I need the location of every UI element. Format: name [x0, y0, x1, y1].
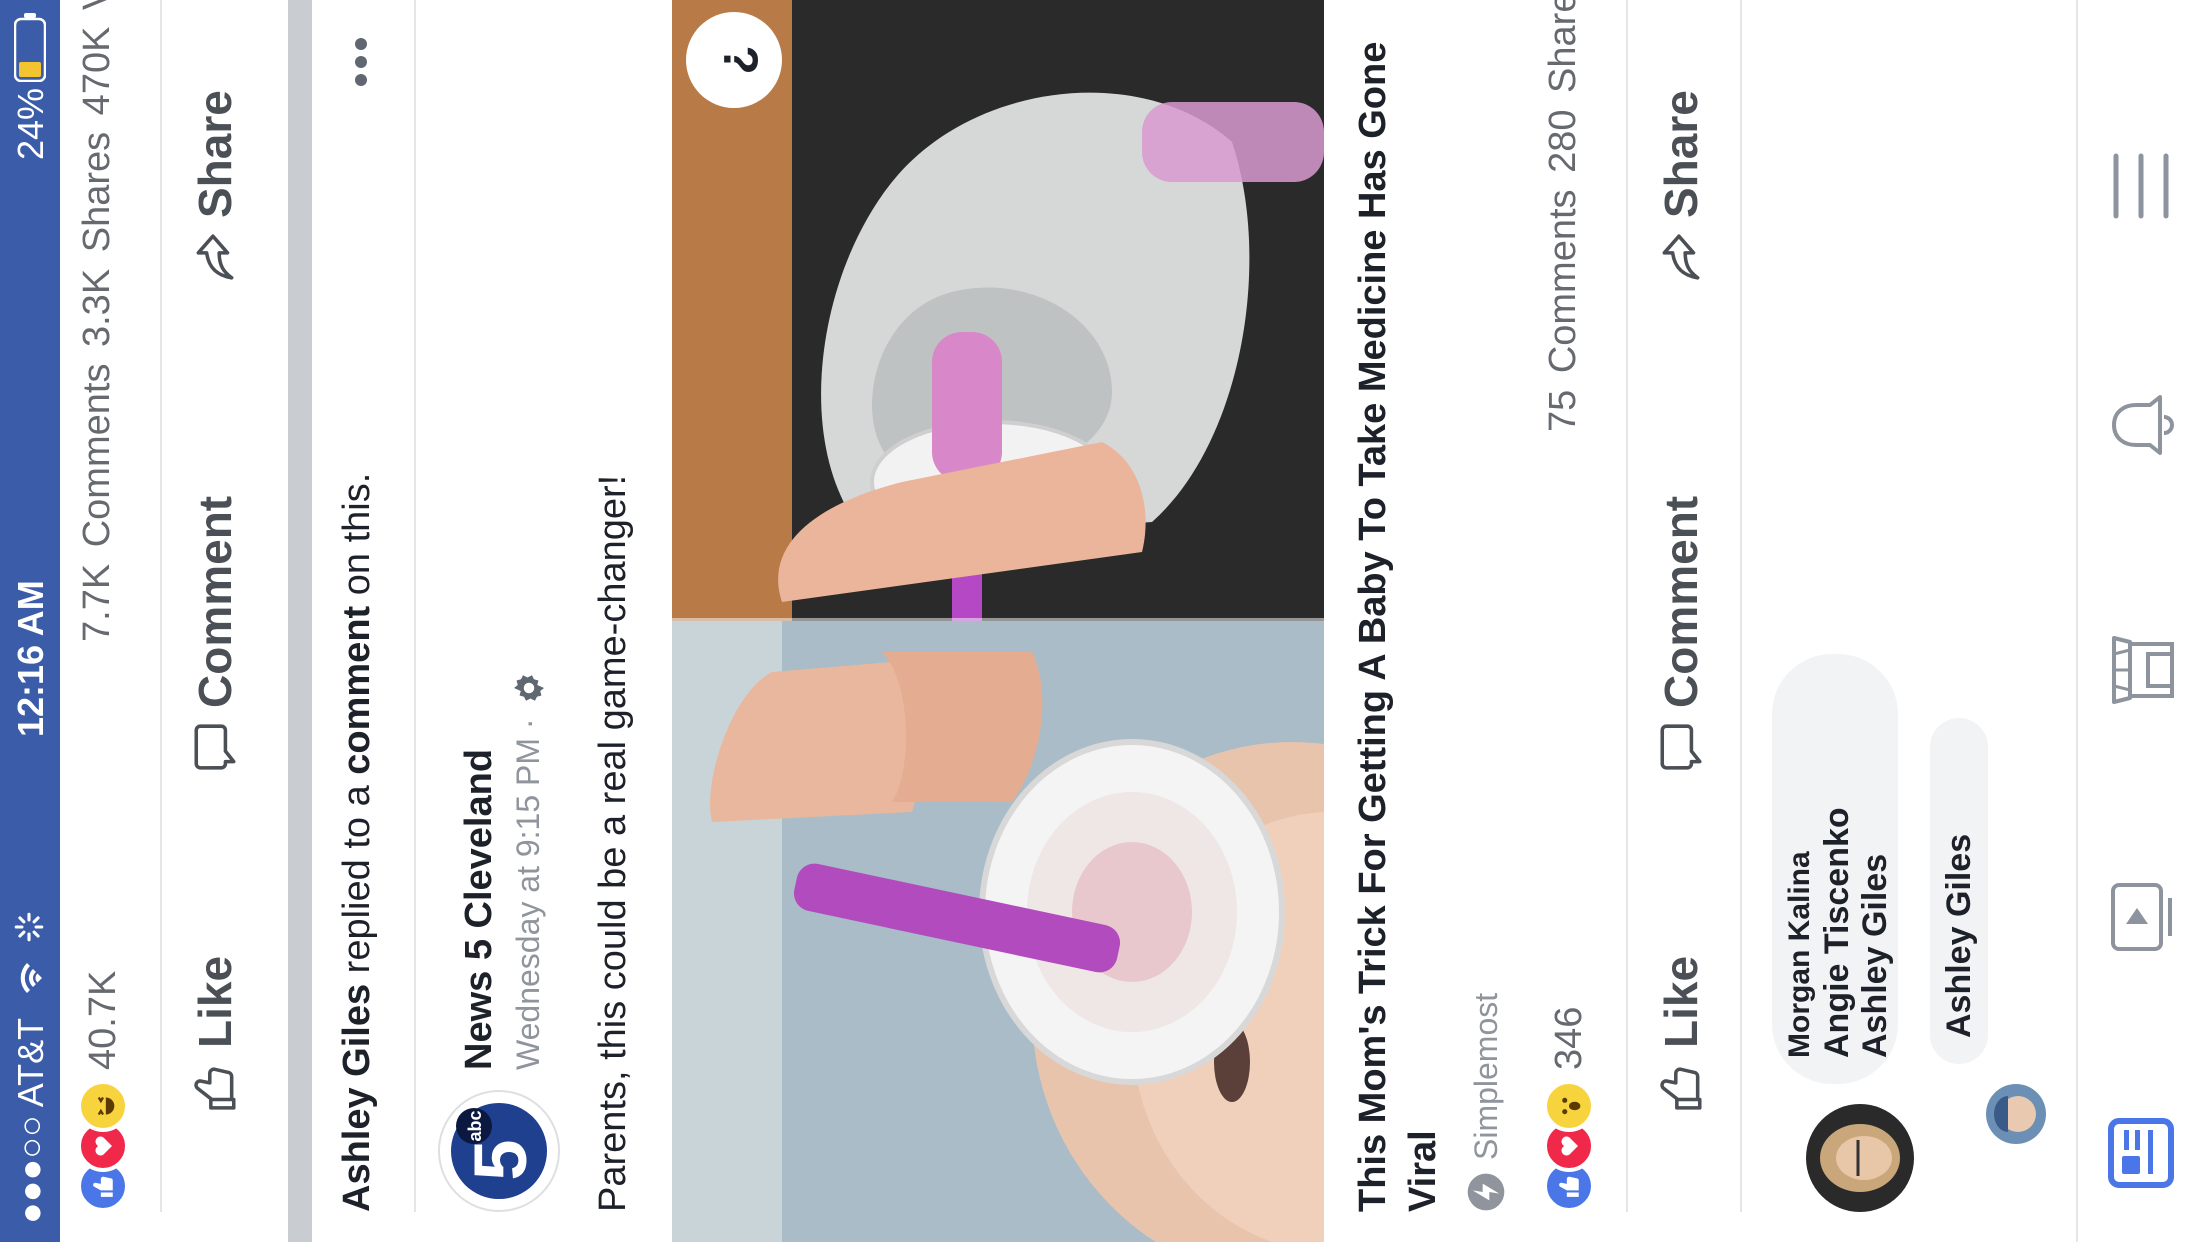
reaction-count: 346: [1547, 1006, 1590, 1070]
tab-bar: [2076, 0, 2208, 1242]
top-reaction-count: 40.7K: [81, 970, 124, 1070]
news-feed-icon: [2108, 1118, 2174, 1188]
share-label: Share: [189, 90, 241, 218]
comment-bubble[interactable]: Ashley Giles: [1930, 718, 1988, 1064]
feed-separator: [288, 0, 312, 1242]
carrier-label: ●●●○○ AT&T: [10, 1017, 51, 1224]
comment-line-1: Morgan Kalina: [1783, 851, 1816, 1058]
share-button[interactable]: Share: [1654, 90, 1708, 282]
comment-author: Ashley Giles: [1940, 833, 1978, 1038]
like-button[interactable]: Like: [188, 956, 242, 1112]
menu-icon: [2108, 152, 2174, 220]
share-arrow-icon: [1656, 232, 1706, 282]
link-source-name[interactable]: Simplemost: [1468, 993, 1505, 1160]
comment-label: Comment: [1655, 495, 1707, 708]
status-bar: ●●●○○ AT&T 12:16 AM 24%: [0, 0, 60, 1242]
wow-reaction-icon: [1543, 1080, 1595, 1132]
video-icon: [2110, 882, 2174, 952]
comment-button[interactable]: Comment: [188, 496, 242, 772]
top-post-reactions[interactable]: 40.7K: [74, 971, 132, 1212]
instant-article-icon: [1466, 1172, 1506, 1212]
comment-button[interactable]: Comment: [1654, 496, 1708, 772]
post-reactions[interactable]: 346: [1540, 1007, 1598, 1212]
notification-actor[interactable]: Ashley Giles: [336, 984, 378, 1212]
tab-marketplace[interactable]: [2110, 634, 2176, 706]
wifi-icon: [12, 960, 48, 996]
divider: [414, 0, 416, 1212]
battery-percent: 24%: [10, 87, 51, 160]
page-avatar[interactable]: 5 abc: [438, 1090, 560, 1212]
comment-line-2: Angie Tiscenko: [1818, 807, 1856, 1058]
divider: [160, 0, 162, 1212]
post-stats[interactable]: 75 Comments 280 Shares: [1542, 0, 1585, 432]
comment-notification[interactable]: Ashley Giles replied to a comment on thi…: [336, 473, 379, 1212]
tab-menu[interactable]: [2108, 152, 2174, 220]
svg-text:5: 5: [459, 1139, 542, 1180]
share-arrow-icon: [190, 232, 240, 282]
like-button[interactable]: Like: [1654, 956, 1708, 1112]
divider: [1740, 0, 1742, 1212]
thumbs-up-icon: [190, 1062, 240, 1112]
video-thumbnail[interactable]: ¿: [672, 0, 1324, 1242]
commenter-avatar[interactable]: [1806, 1104, 1914, 1212]
tab-news-feed[interactable]: [2108, 1118, 2174, 1188]
notification-link[interactable]: comment: [336, 606, 378, 775]
notification-text-1: replied to a: [336, 774, 378, 984]
link-title[interactable]: This Mom's Trick For Getting A Baby To T…: [1348, 32, 1448, 1212]
more-options-icon[interactable]: [336, 32, 386, 92]
comment-line-3: Ashley Giles: [1856, 853, 1894, 1058]
divider: [1626, 0, 1628, 1212]
help-icon[interactable]: ¿: [686, 12, 782, 108]
svg-text:abc: abc: [465, 1110, 485, 1141]
like-label: Like: [189, 955, 241, 1048]
post-message: Parents, this could be a real game-chang…: [592, 474, 634, 1212]
post-timestamp[interactable]: Wednesday at 9:15 PM ·: [510, 718, 547, 1070]
haha-reaction-icon: [77, 1080, 129, 1132]
marketplace-icon: [2110, 634, 2176, 706]
clock: 12:16 AM: [10, 580, 51, 737]
like-label: Like: [1655, 955, 1707, 1048]
comment-icon: [1656, 722, 1706, 772]
gear-icon: [511, 670, 547, 706]
comment-icon: [190, 722, 240, 772]
link-source: Simplemost: [1466, 993, 1506, 1212]
commenter-avatar[interactable]: [1986, 1084, 2046, 1144]
notification-text-2: on this.: [336, 472, 378, 606]
share-button[interactable]: Share: [188, 90, 242, 282]
tab-notifications[interactable]: [2108, 390, 2178, 460]
bell-icon: [2108, 390, 2178, 460]
thumbs-up-icon: [1656, 1062, 1706, 1112]
comment-label: Comment: [189, 495, 241, 708]
top-post-stats[interactable]: 7.7K Comments 3.3K Shares 470K Views: [76, 0, 119, 642]
post-meta: Wednesday at 9:15 PM ·: [510, 670, 547, 1070]
screen: ●●●○○ AT&T 12:16 AM 24% 40.7K 7.7K Comme…: [0, 0, 2208, 1242]
tab-video[interactable]: [2110, 882, 2174, 952]
share-label: Share: [1655, 90, 1707, 218]
page-name[interactable]: News 5 Cleveland: [458, 749, 501, 1070]
battery-icon: [14, 12, 46, 82]
comment-bubble[interactable]: Morgan Kalina Angie Tiscenko Ashley Gile…: [1772, 654, 1898, 1084]
activity-icon: [12, 910, 46, 944]
